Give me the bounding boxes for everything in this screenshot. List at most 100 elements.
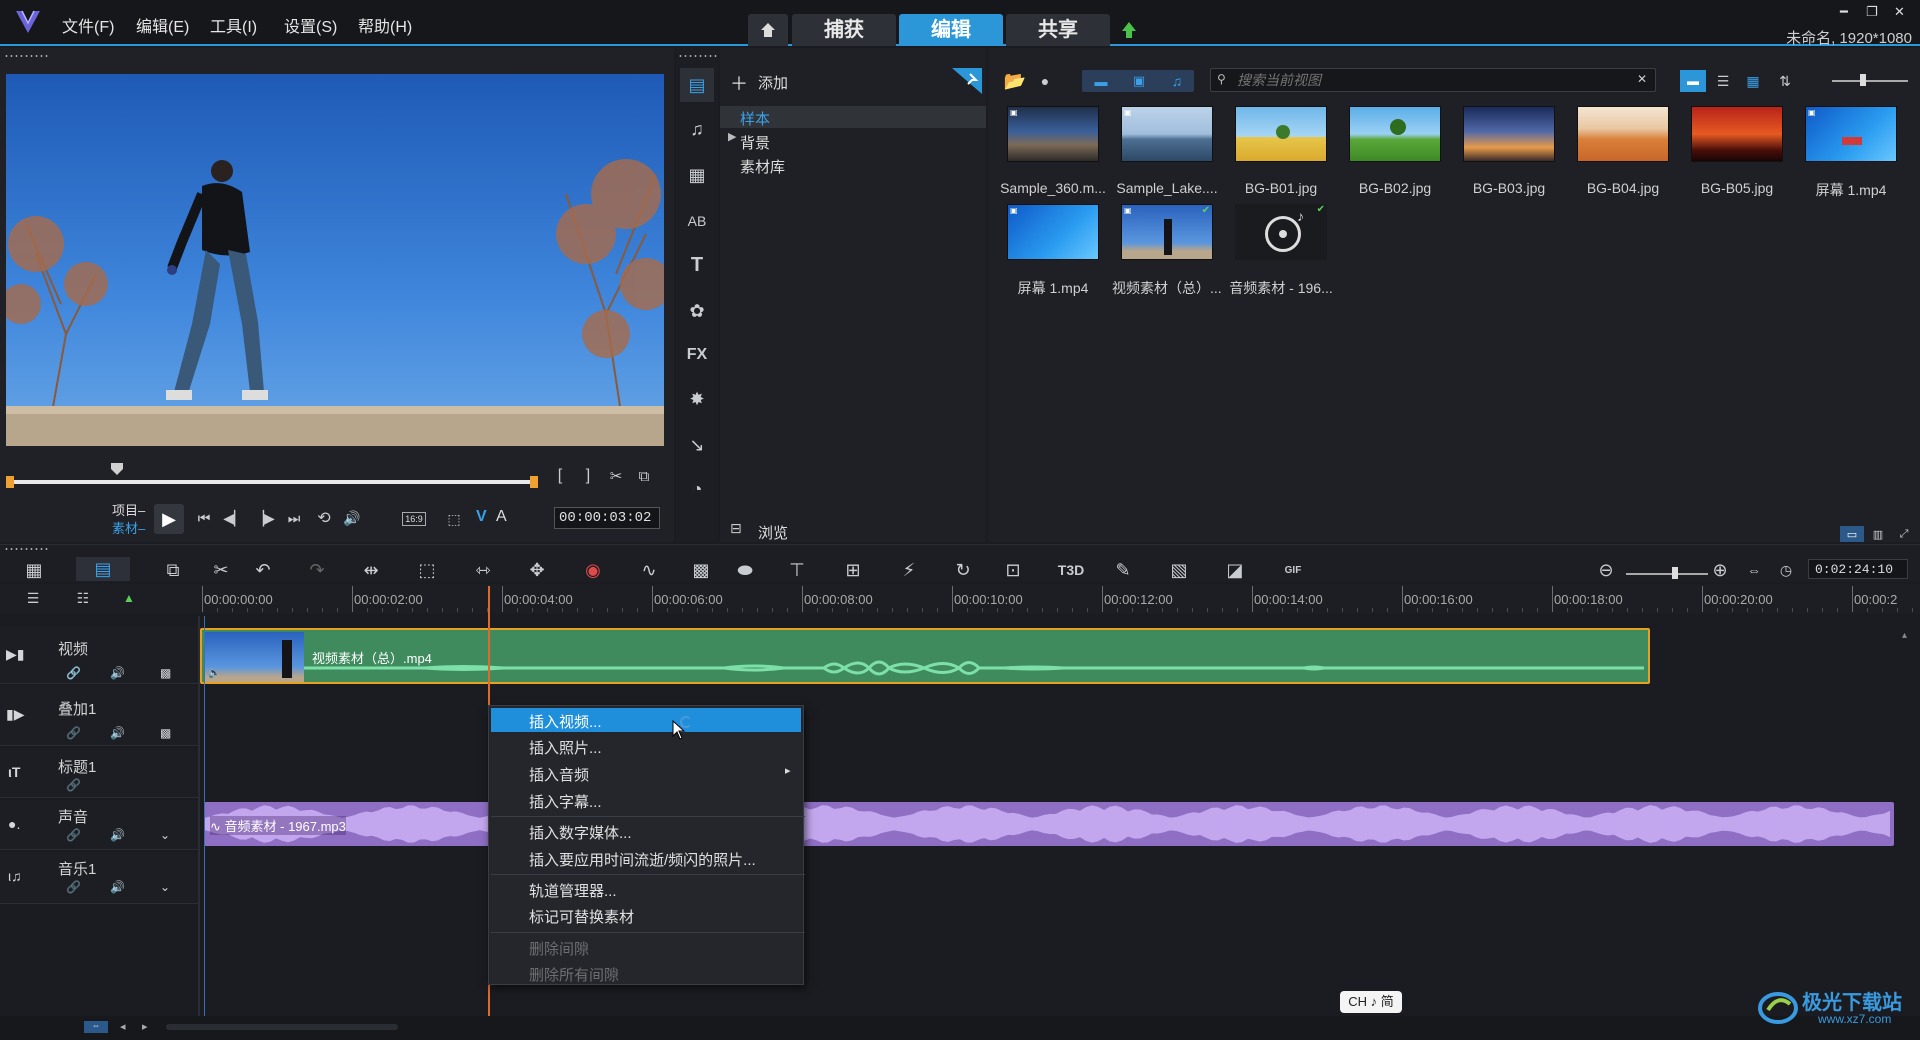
trim-start-marker[interactable] bbox=[6, 476, 14, 488]
mosaic-blur-icon[interactable]: ⊡ bbox=[1000, 559, 1026, 581]
go-to-end-icon[interactable]: ⏭ bbox=[282, 506, 306, 530]
sort-icon[interactable]: ⇅ bbox=[1772, 70, 1798, 92]
thumb-size-slider-handle[interactable] bbox=[1860, 74, 1866, 86]
mosaic-icon[interactable]: ▩ bbox=[160, 726, 171, 740]
chevron-down-icon[interactable]: ⌄ bbox=[160, 828, 170, 842]
add-folder-button[interactable]: 添加 bbox=[758, 72, 788, 93]
previous-frame-icon[interactable]: ◀▏ bbox=[222, 506, 246, 530]
menu-insert-timelapse-photo[interactable]: 插入要应用时间流逝/频闪的照片... bbox=[529, 849, 756, 870]
track-header-music[interactable]: ι♫ 音乐1 🔗 🔊 ⌄ bbox=[0, 852, 198, 904]
menu-insert-photo[interactable]: 插入照片... bbox=[529, 737, 602, 758]
panel-grip[interactable] bbox=[4, 54, 48, 58]
tab-capture[interactable]: 捕获 bbox=[792, 14, 896, 46]
library-item[interactable]: BG-B02.jpg bbox=[1340, 106, 1450, 196]
scrub-handle[interactable] bbox=[110, 462, 124, 476]
upload-arrow-icon[interactable] bbox=[1120, 20, 1138, 42]
show-video-icon[interactable]: ▬ bbox=[1084, 70, 1118, 92]
view-list-icon[interactable]: ☰ bbox=[1710, 70, 1736, 92]
media-category-icon[interactable]: ▤ bbox=[680, 68, 714, 102]
fit-project-icon[interactable]: ⇹ bbox=[358, 559, 384, 581]
pan-zoom-icon[interactable]: ◪ bbox=[1222, 559, 1248, 581]
import-folder-icon[interactable]: 📂 bbox=[1002, 70, 1028, 92]
library-item[interactable]: ▣ 屏幕 1.mp4 bbox=[998, 204, 1108, 298]
zoom-slider-handle[interactable] bbox=[1672, 567, 1678, 579]
play-button[interactable]: ▶ bbox=[154, 504, 184, 534]
library-item[interactable]: BG-B05.jpg bbox=[1682, 106, 1792, 196]
move-icon[interactable]: ✥ bbox=[524, 559, 550, 581]
timeline-view-icon[interactable]: ▤ bbox=[76, 557, 130, 581]
library-item[interactable]: BG-B04.jpg bbox=[1568, 106, 1678, 196]
home-button[interactable] bbox=[748, 14, 788, 46]
timecode-field[interactable]: 00:00:03:02 bbox=[554, 507, 660, 529]
link-icon[interactable]: 🔗 bbox=[66, 726, 81, 740]
menu-insert-subtitle[interactable]: 插入字幕... bbox=[529, 791, 602, 812]
expand-library-icon[interactable]: ⤢ bbox=[1892, 526, 1916, 542]
motion-tracking-icon[interactable]: ⚡ bbox=[896, 559, 922, 581]
project-mode-label[interactable]: 项目– bbox=[112, 500, 145, 519]
link-icon[interactable]: 🔗 bbox=[66, 880, 81, 894]
library-item[interactable]: ▣ ✔ 视频素材（总）.... bbox=[1112, 204, 1222, 298]
undo-icon[interactable]: ↶ bbox=[250, 559, 276, 581]
track-header-title[interactable]: ιT 标题1 🔗 bbox=[0, 748, 198, 798]
mute-icon[interactable]: 🔊 bbox=[110, 726, 125, 740]
close-button[interactable]: ✕ bbox=[1894, 4, 1905, 20]
instant-project-icon[interactable]: ♫ bbox=[680, 112, 714, 146]
library-options-icon[interactable]: ▭ bbox=[1840, 526, 1864, 542]
link-icon[interactable]: 🔗 bbox=[66, 666, 81, 680]
fit-timeline-icon[interactable]: ⇔ bbox=[1744, 559, 1764, 581]
menu-tools[interactable]: 工具(I) bbox=[210, 13, 257, 37]
enlarge-preview-icon[interactable]: ⧉ bbox=[634, 466, 654, 486]
path-icon[interactable]: ↘ bbox=[680, 428, 714, 462]
mark-out-button[interactable]: ] bbox=[578, 466, 598, 486]
color-correction-icon[interactable]: ◉ bbox=[580, 559, 606, 581]
tools-icon[interactable]: ✂ bbox=[208, 559, 234, 581]
menu-insert-audio[interactable]: 插入音频 bbox=[529, 764, 589, 785]
360-video-icon[interactable]: ↻ bbox=[950, 559, 976, 581]
fx-filter-icon[interactable]: FX bbox=[680, 338, 714, 372]
zoom-slider[interactable] bbox=[1626, 573, 1708, 575]
chevron-down-icon[interactable]: ⌄ bbox=[160, 880, 170, 894]
search-box[interactable]: ⚲ ✕ bbox=[1210, 68, 1656, 92]
add-folder-plus-icon[interactable]: ＋ bbox=[730, 70, 748, 96]
speed-gauge-icon[interactable]: ◔ bbox=[680, 472, 714, 506]
menu-mark-replaceable[interactable]: 标记可替换素材 bbox=[529, 906, 634, 927]
transition-icon[interactable]: ▦ bbox=[680, 158, 714, 192]
crop-icon[interactable]: ⬚ bbox=[414, 559, 440, 581]
folder-library[interactable]: 素材库 bbox=[740, 156, 785, 177]
library-item[interactable]: ♪ ✔ 音频素材 - 196... bbox=[1226, 204, 1336, 298]
show-photos-icon[interactable]: ▣ bbox=[1122, 70, 1156, 92]
mark-in-button[interactable]: [ bbox=[550, 466, 570, 486]
library-item[interactable]: BG-B03.jpg bbox=[1454, 106, 1564, 196]
mute-icon[interactable]: 🔊 bbox=[110, 880, 125, 894]
zoom-out-icon[interactable]: ⊖ bbox=[1596, 559, 1616, 581]
panel-grip[interactable] bbox=[678, 54, 718, 58]
storyboard-view-icon[interactable]: ▦ bbox=[18, 559, 50, 581]
pin-icon[interactable] bbox=[952, 68, 982, 94]
link-icon[interactable]: 🔗 bbox=[66, 778, 81, 792]
scroll-up-icon[interactable]: ▴ bbox=[1902, 630, 1907, 641]
time-remap-icon[interactable]: ▧ bbox=[1166, 559, 1192, 581]
clip-mode-label[interactable]: 素材– bbox=[112, 518, 145, 537]
menu-settings[interactable]: 设置(S) bbox=[284, 13, 337, 37]
video-clip[interactable]: 🔈 视频素材（总）.mp4 bbox=[200, 628, 1650, 684]
link-icon[interactable]: 🔗 bbox=[66, 828, 81, 842]
scroll-left-icon[interactable]: ◂ bbox=[120, 1020, 126, 1033]
menu-track-manager[interactable]: 轨道管理器... bbox=[529, 880, 617, 901]
zoom-in-icon[interactable]: ⊕ bbox=[1710, 559, 1730, 581]
mute-icon[interactable]: 🔊 bbox=[110, 828, 125, 842]
video-toggle[interactable]: V bbox=[476, 508, 487, 526]
record-capture-icon[interactable]: ● bbox=[1032, 70, 1058, 92]
mosaic-icon[interactable]: ▩ bbox=[160, 666, 171, 680]
track-manager-icon[interactable]: ⧉ bbox=[160, 559, 186, 581]
search-input[interactable] bbox=[1237, 70, 1627, 90]
library-item[interactable]: ▣ Sample_Lake.... bbox=[1112, 106, 1222, 196]
ripple-icon[interactable]: ⇿ bbox=[470, 559, 496, 581]
show-audio-icon[interactable]: ♫ bbox=[1160, 70, 1194, 92]
aspect-ratio-button[interactable]: 16:9 bbox=[402, 512, 426, 526]
scrub-bar[interactable] bbox=[10, 480, 536, 484]
restore-button[interactable]: ❐ bbox=[1866, 4, 1878, 20]
menu-help[interactable]: 帮助(H) bbox=[358, 13, 412, 37]
folder-samples[interactable]: 样本 bbox=[740, 108, 770, 129]
crop-selection-icon[interactable]: ⬚ bbox=[440, 508, 468, 530]
split-screen-icon[interactable]: ⊞ bbox=[840, 559, 866, 581]
